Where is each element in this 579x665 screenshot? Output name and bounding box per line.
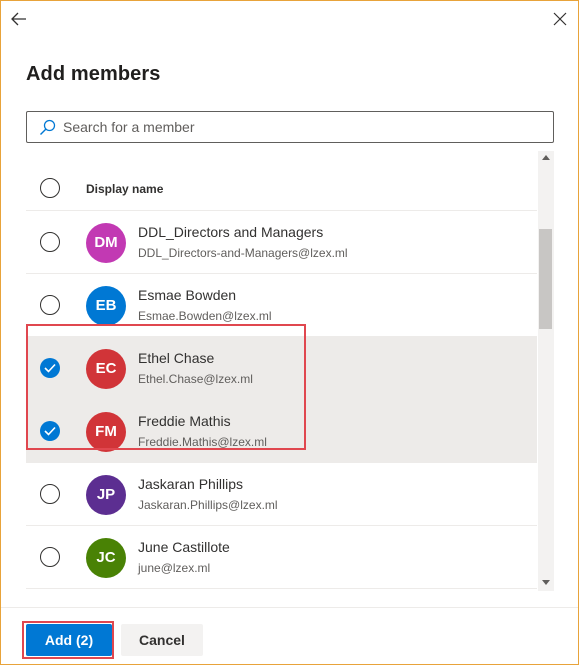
avatar: DM [86, 223, 126, 263]
member-name: June Castillote [138, 539, 230, 555]
member-select-checkbox[interactable] [40, 421, 60, 441]
search-icon [39, 119, 56, 136]
member-row[interactable]: DM DDL_Directors and Managers DDL_Director… [26, 211, 537, 274]
member-select-checkbox[interactable] [40, 484, 60, 504]
member-name: Ethel Chase [138, 350, 215, 366]
search-input[interactable] [63, 112, 543, 142]
column-header-display-name[interactable]: Display name [86, 182, 163, 196]
member-name: Freddie Mathis [138, 413, 231, 429]
member-row[interactable]: JP Jaskaran Phillips Jaskaran.Phillips@lze… [26, 463, 537, 526]
member-email: Freddie.Mathis@lzex.ml [138, 435, 267, 449]
scroll-up-icon[interactable] [542, 155, 550, 160]
member-email: Esmae.Bowden@lzex.ml [138, 309, 272, 323]
footer-divider [1, 607, 578, 608]
scroll-down-icon[interactable] [542, 580, 550, 585]
avatar: JC [86, 538, 126, 578]
avatar: FM [86, 412, 126, 452]
member-email: Ethel.Chase@lzex.ml [138, 372, 253, 386]
avatar: EB [86, 286, 126, 326]
member-email: DDL_Directors-and-Managers@lzex.ml [138, 246, 348, 260]
search-box[interactable] [26, 111, 554, 143]
scrollbar-thumb[interactable] [539, 229, 552, 329]
member-list: Display name DM DDL_Directors and Manager… [26, 151, 554, 591]
member-name: Jaskaran Phillips [138, 476, 244, 492]
list-header: Display name [26, 151, 537, 211]
avatar: EC [86, 349, 126, 389]
member-select-checkbox[interactable] [40, 295, 60, 315]
member-row[interactable]: JC June Castillote june@lzex.ml [26, 526, 537, 589]
avatar: JP [86, 475, 126, 515]
member-select-checkbox[interactable] [40, 232, 60, 252]
close-icon[interactable] [551, 10, 569, 28]
dialog-title: Add members [26, 63, 161, 85]
member-row[interactable]: EB Esmae Bowden Esmae.Bowden@lzex.ml [26, 274, 537, 337]
cancel-button[interactable]: Cancel [121, 624, 203, 656]
back-arrow-icon[interactable] [9, 9, 29, 29]
member-name: DDL_Directors and Managers [138, 224, 324, 240]
member-email: Jaskaran.Phillips@lzex.ml [138, 498, 278, 512]
member-email: june@lzex.ml [138, 561, 211, 575]
member-select-checkbox[interactable] [40, 358, 60, 378]
scrollbar[interactable] [538, 151, 554, 591]
select-all-checkbox[interactable] [40, 178, 60, 198]
add-button[interactable]: Add (2) [26, 624, 112, 656]
member-select-checkbox[interactable] [40, 547, 60, 567]
member-name: Esmae Bowden [138, 287, 237, 303]
member-row[interactable]: EC Ethel Chase Ethel.Chase@lzex.ml [26, 337, 537, 400]
member-row[interactable]: FM Freddie Mathis Freddie.Mathis@lzex.ml [26, 400, 537, 463]
add-members-panel: Add members Display name DM DDL_Directors… [0, 0, 579, 665]
